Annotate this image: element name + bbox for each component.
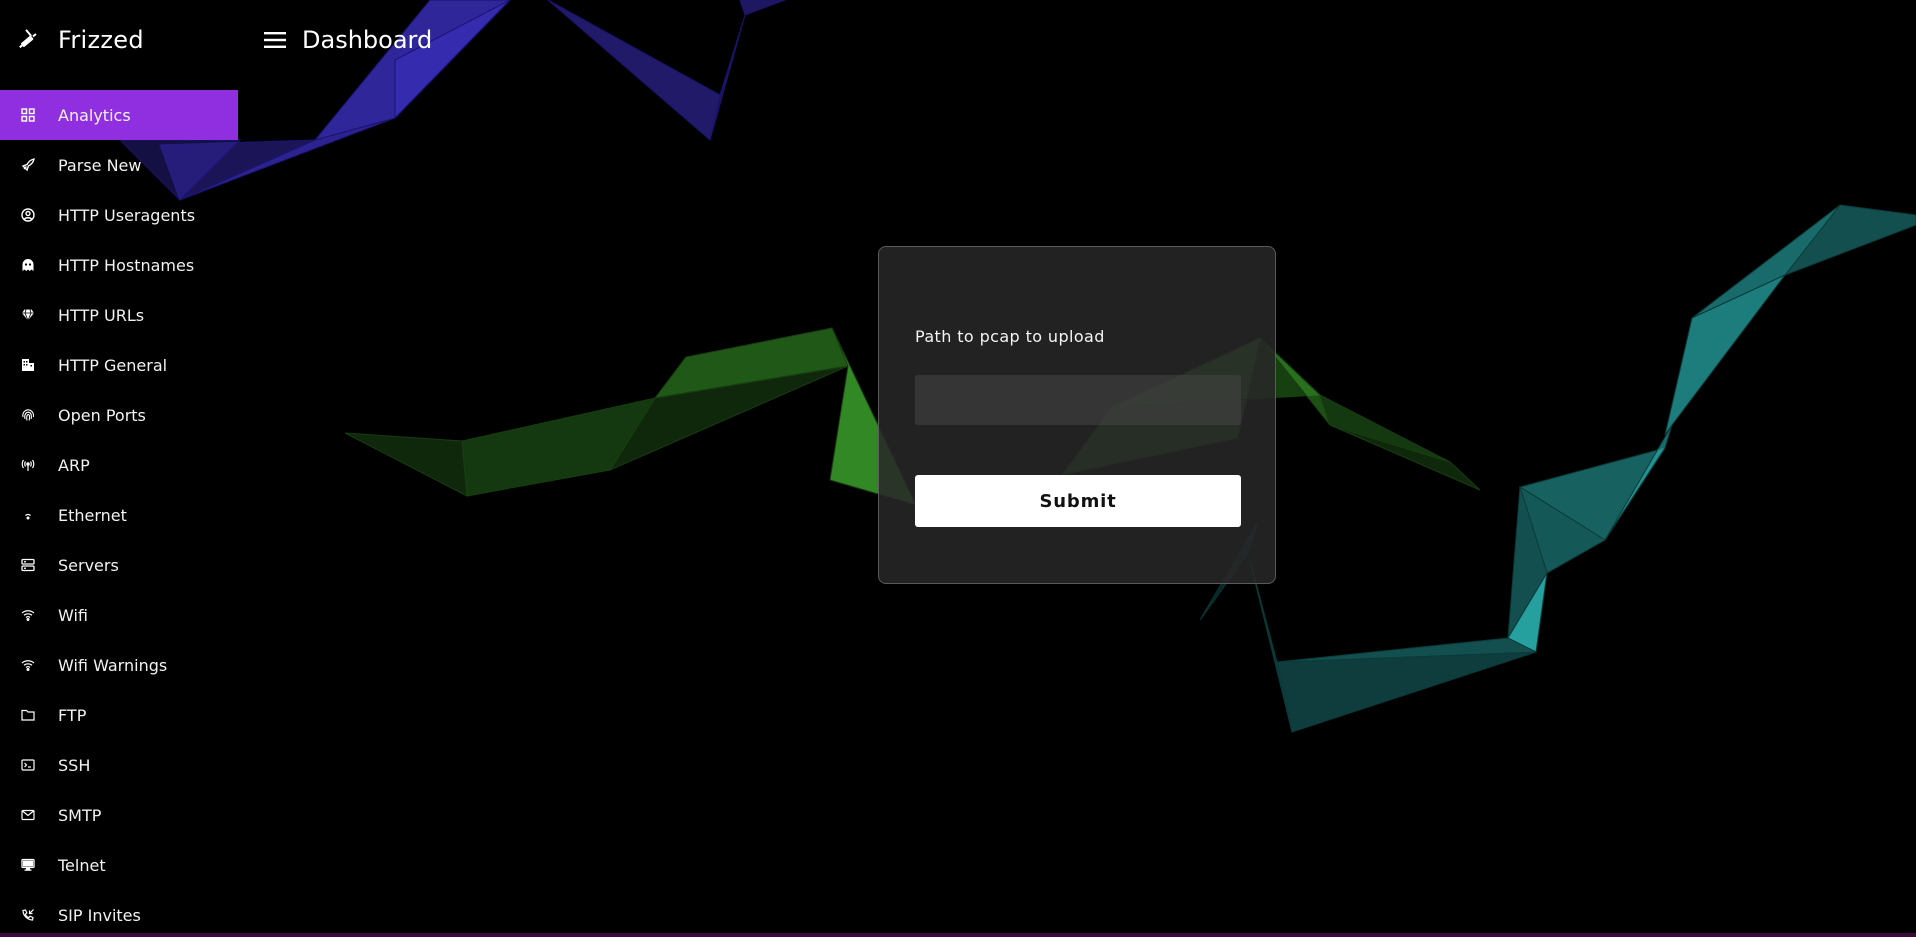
sidebar-item-wifi[interactable]: Wifi [0,590,238,640]
sidebar-item-http-hostnames[interactable]: HTTP Hostnames [0,240,238,290]
brand[interactable]: Frizzed [14,22,144,58]
sidebar-item-label: ARP [58,455,90,475]
grid-icon [20,107,36,123]
sidebar-item-label: Telnet [58,855,106,875]
sidebar-item-label: Ethernet [58,505,127,525]
sidebar-item-label: Servers [58,555,119,575]
topbar: Dashboard [262,22,432,58]
hamburger-icon[interactable] [262,27,288,53]
server-icon [20,557,36,573]
page-title: Dashboard [302,26,433,54]
sidebar-item-label: Parse New [58,155,142,175]
pcap-path-input[interactable] [915,375,1241,425]
sidebar-item-ssh[interactable]: SSH [0,740,238,790]
sidebar-item-open-ports[interactable]: Open Ports [0,390,238,440]
sidebar-item-label: SMTP [58,805,102,825]
ghost-icon [20,257,36,273]
user-circle-icon [20,207,36,223]
sidebar-item-label: HTTP General [58,355,168,375]
folder-icon [20,707,36,723]
phone-incoming-icon [20,907,36,923]
sidebar-item-label: SSH [58,755,91,775]
pcap-path-label: Path to pcap to upload [915,327,1105,346]
sidebar-item-label: HTTP URLs [58,305,145,325]
antenna-icon [20,457,36,473]
wifi-dot-icon [20,507,36,523]
sidebar-item-label: Wifi Warnings [58,655,168,675]
sidebar-item-parse-new[interactable]: Parse New [0,140,238,190]
sidebar-item-smtp[interactable]: SMTP [0,790,238,840]
diamond-icon [20,307,36,323]
wifi-icon [20,657,36,673]
sidebar-item-label: HTTP Hostnames [58,255,195,275]
rocket-icon [20,157,36,173]
sidebar-item-telnet[interactable]: Telnet [0,840,238,890]
sidebar-item-arp[interactable]: ARP [0,440,238,490]
sidebar-item-ftp[interactable]: FTP [0,690,238,740]
building-icon [20,357,36,373]
sidebar-item-wifi-warnings[interactable]: Wifi Warnings [0,640,238,690]
sidebar-item-label: FTP [58,705,87,725]
sidebar-item-servers[interactable]: Servers [0,540,238,590]
sidebar-item-http-urls[interactable]: HTTP URLs [0,290,238,340]
sidebar-item-label: Wifi [58,605,88,625]
sidebar-item-sip-invites[interactable]: SIP Invites [0,890,238,937]
brand-name: Frizzed [58,26,144,54]
sidebar-item-analytics[interactable]: Analytics [0,90,238,140]
sidebar-item-label: SIP Invites [58,905,141,925]
fingerprint-icon [20,407,36,423]
wifi-icon [20,607,36,623]
syringe-icon [14,26,42,54]
sidebar-item-ethernet[interactable]: Ethernet [0,490,238,540]
terminal-icon [20,757,36,773]
sidebar-item-label: Analytics [58,105,131,125]
sidebar-item-http-useragents[interactable]: HTTP Useragents [0,190,238,240]
submit-button[interactable]: Submit [915,475,1241,527]
sidebar-item-label: Open Ports [58,405,146,425]
upload-card: Path to pcap to upload Submit [878,246,1276,584]
mail-icon [20,807,36,823]
app-root: Frizzed Dashboard Analytics Parse New HT… [0,0,1916,937]
bottom-border [0,933,1916,937]
sidebar-item-http-general[interactable]: HTTP General [0,340,238,390]
sidebar-item-label: HTTP Useragents [58,205,196,225]
sidebar-nav: Analytics Parse New HTTP Useragents HTTP… [0,90,238,937]
monitor-icon [20,857,36,873]
